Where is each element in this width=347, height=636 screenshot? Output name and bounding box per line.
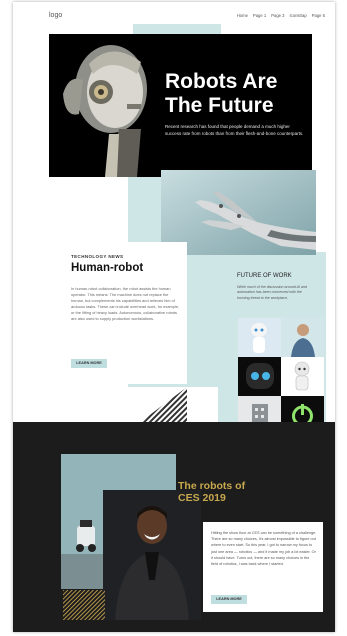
learn-more-button[interactable]: LEARN MORE	[71, 359, 107, 368]
news-card: TECHNOLOGY NEWS Human-robot In human-rob…	[59, 242, 187, 384]
toy-robot-icon	[294, 361, 310, 391]
logo[interactable]: logo	[49, 12, 62, 19]
top-nav: Home Page 1 Page 3 Iconstrap Page 5	[237, 13, 325, 18]
news-kicker: TECHNOLOGY NEWS	[71, 254, 124, 259]
hero-subtitle: Recent research has found that people de…	[165, 124, 304, 136]
tile-robot-eyes	[238, 357, 281, 396]
robot-face-icon	[246, 363, 274, 389]
future-of-work-description: While much of the discussion around AI a…	[237, 285, 307, 300]
nav-item-page-3[interactable]: Page 3	[271, 13, 284, 18]
portrait-image	[103, 490, 201, 620]
hero-title-line-1: Robots Are	[165, 70, 278, 93]
tile-toy-robot	[281, 357, 324, 396]
robot-head-image	[49, 34, 161, 177]
white-robot-icon	[251, 323, 267, 353]
person-photo-icon	[291, 324, 315, 357]
tile-white-robot	[238, 318, 281, 357]
dotted-pattern	[63, 590, 105, 620]
hero-banner: Robots Are The Future Recent research ha…	[49, 34, 312, 177]
news-body: In human-robot collaboration, the robot …	[71, 286, 180, 322]
ces-title-line-1: The robots of	[178, 480, 246, 492]
news-title: Human-robot	[71, 262, 144, 274]
ces-card: Hitting the show floor at CES can be som…	[203, 522, 323, 612]
nav-item-page-1[interactable]: Page 1	[253, 13, 266, 18]
ces-title-line-2: CES 2019	[178, 492, 226, 504]
nav-item-iconstrap[interactable]: Iconstrap	[289, 13, 306, 18]
nav-item-home[interactable]: Home	[237, 13, 248, 18]
tile-person	[281, 318, 324, 357]
future-of-work-title: FUTURE OF WORK	[237, 273, 292, 279]
portrait-photo	[103, 490, 201, 620]
ces-title: The robots of CES 2019	[178, 480, 288, 504]
page-frame: logo Home Page 1 Page 3 Iconstrap Page 5…	[13, 2, 335, 632]
nav-item-page-5[interactable]: Page 5	[312, 13, 325, 18]
hero-title-line-2: The Future	[165, 94, 274, 117]
ces-body: Hitting the show floor at CES can be som…	[211, 531, 317, 567]
ces-learn-more-button[interactable]: LEARN MORE	[211, 595, 247, 604]
hero-title: Robots Are The Future	[165, 70, 311, 118]
